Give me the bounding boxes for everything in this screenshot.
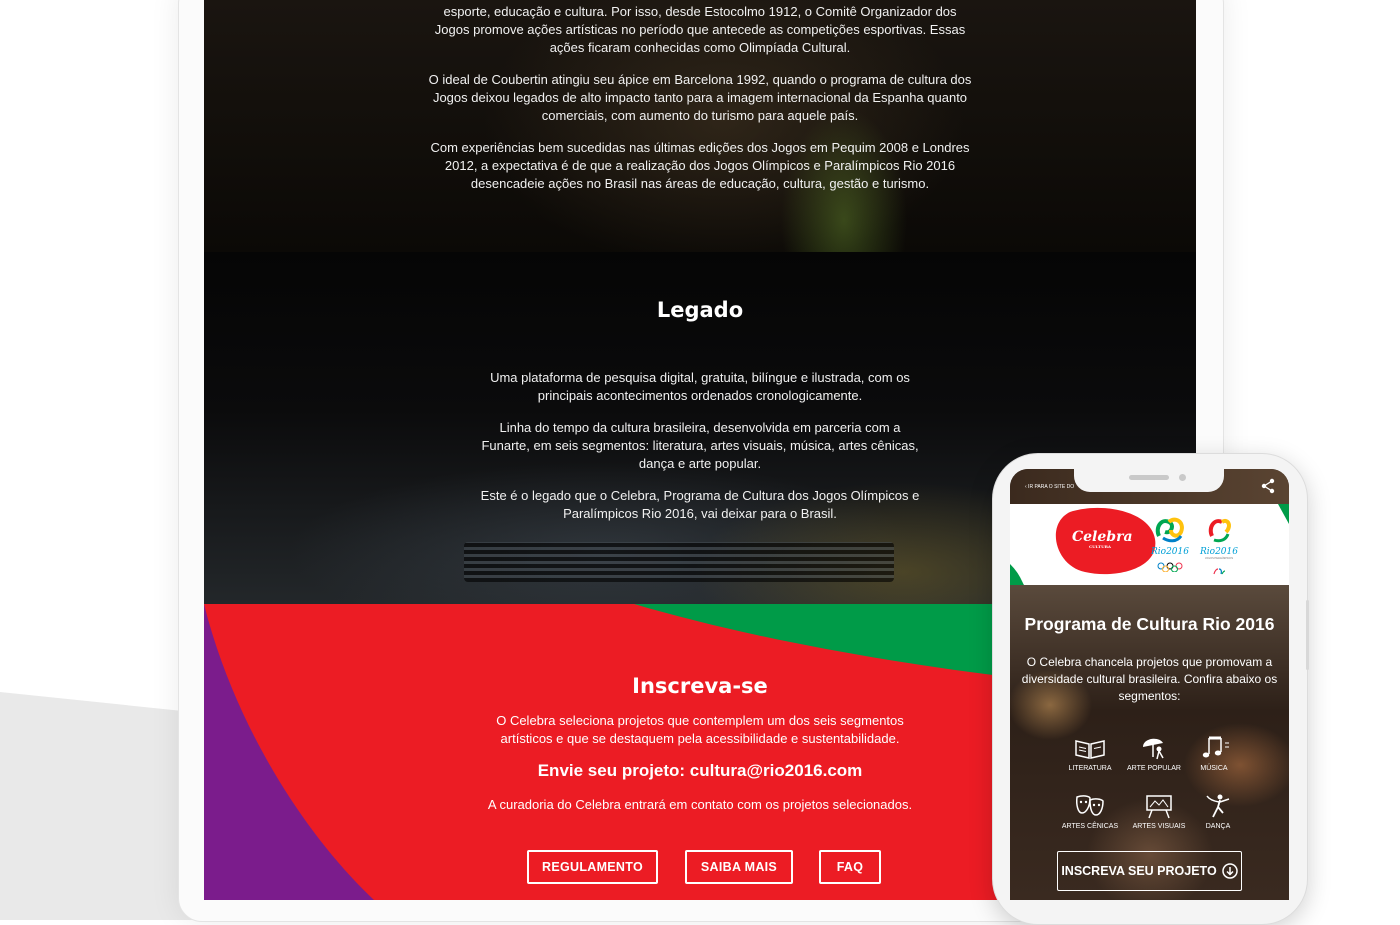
intro-section: esporte, educação e cultura. Por isso, d… [204, 0, 1196, 252]
phone-logo-bar: Celebra CULTURA Rio2016 Rio2016 JOGOS PA… [1010, 504, 1289, 585]
saiba-mais-button[interactable]: SAIBA MAIS [685, 850, 793, 884]
celebra-logo: Celebra CULTURA [1072, 530, 1133, 550]
book-icon [1075, 740, 1105, 759]
legado-paragraph-2: Linha do tempo da cultura brasileira, de… [481, 420, 919, 471]
share-icon[interactable] [1260, 478, 1276, 494]
agitos-icon [1213, 568, 1226, 575]
intro-paragraph-2: O ideal de Coubertin atingiu seu ápice e… [428, 72, 972, 123]
intro-text: esporte, educação e cultura. Por isso, d… [426, 3, 974, 207]
segment-musica-label: MÚSICA [1200, 765, 1228, 772]
phone-side-button [1306, 600, 1309, 670]
intro-paragraph-3: Com experiências bem sucedidas nas últim… [430, 140, 970, 191]
inscreva-projeto-label: INSCREVA SEU PROJETO [1061, 864, 1217, 878]
rio2016-paralympic-sub: JOGOS PARALÍMPICOS [1204, 557, 1233, 560]
phone-title: Programa de Cultura Rio 2016 [1024, 614, 1275, 634]
inscreva-description: O Celebra seleciona projetos que contemp… [496, 713, 904, 746]
music-notes-icon [1202, 736, 1229, 758]
segment-artes-cenicas[interactable]: ARTES CÊNICAS [1050, 793, 1130, 830]
segment-arte-popular-label: ARTE POPULAR [1127, 765, 1181, 772]
rio2016-paralympic-text: Rio2016 [1200, 547, 1238, 557]
dancer-icon [1206, 794, 1230, 818]
phone-screen[interactable]: ‹ IR PARA O SITE DO Celebra CULTURA Rio2… [1010, 469, 1289, 900]
faq-button[interactable]: FAQ [819, 850, 881, 884]
olympic-figures-icon [1155, 517, 1184, 543]
segment-danca-label: DANÇA [1205, 823, 1231, 830]
paralympic-figure-icon [1208, 519, 1231, 543]
umbrella-dancer-icon [1143, 738, 1164, 760]
phone-camera [1179, 474, 1186, 481]
regulamento-button[interactable]: REGULAMENTO [527, 850, 658, 884]
legado-paragraph-3: Este é o legado que o Celebra, Programa … [480, 488, 920, 521]
segment-musica[interactable]: MÚSICA [1174, 735, 1254, 772]
olympic-rings-icon [1157, 562, 1183, 573]
rio2016-paralympic-logo: Rio2016 JOGOS PARALÍMPICOS [1197, 514, 1241, 580]
segment-danca[interactable]: DANÇA [1178, 793, 1258, 830]
inscreva-projeto-button[interactable]: INSCREVA SEU PROJETO [1057, 851, 1242, 891]
phone-description: O Celebra chancela projetos que promovam… [1021, 655, 1278, 703]
celebra-logo-text: Celebra [1072, 529, 1133, 545]
easel-icon [1146, 795, 1172, 819]
rio2016-olympic-logo: Rio2016 [1150, 514, 1190, 576]
segment-artes-cenicas-label: ARTES CÊNICAS [1061, 823, 1119, 830]
theater-masks-icon [1076, 795, 1104, 816]
arrow-down-circle-icon [1221, 863, 1238, 879]
legado-title: Legado [656, 298, 744, 322]
machine-background-graphic [464, 542, 894, 582]
phone-speaker [1129, 475, 1169, 480]
intro-paragraph-1: esporte, educação e cultura. Por isso, d… [434, 4, 966, 55]
legado-paragraph-1: Uma plataforma de pesquisa digital, grat… [490, 370, 910, 403]
back-to-site-link[interactable]: ‹ IR PARA O SITE DO [1025, 484, 1074, 490]
rio2016-olympic-text: Rio2016 [1151, 547, 1189, 557]
phone-notch [1074, 468, 1224, 492]
legado-text: Uma plataforma de pesquisa digital, grat… [480, 369, 920, 537]
segment-literatura-label: LITERATURA [1068, 765, 1112, 772]
